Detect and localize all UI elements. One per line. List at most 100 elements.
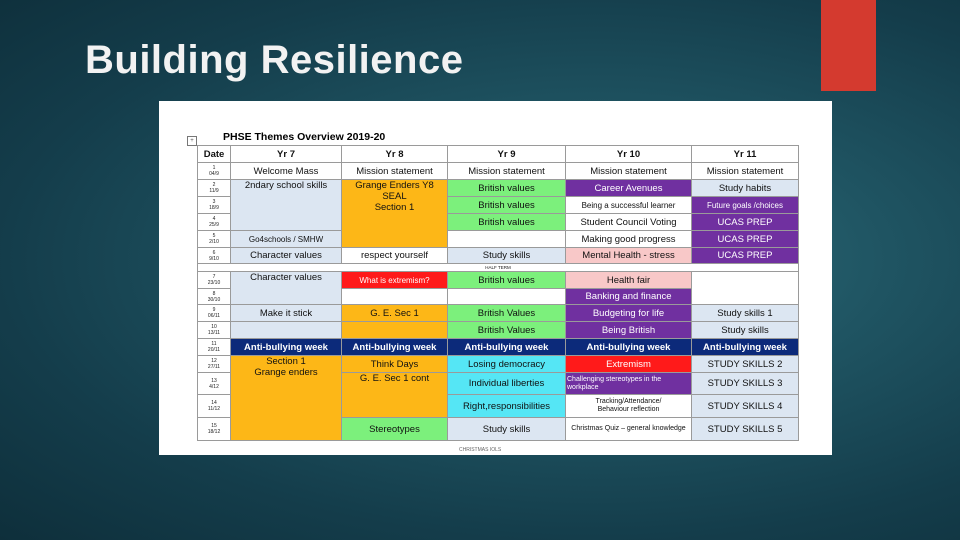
cell: Christmas Quiz – general knowledge (565, 417, 692, 441)
header-yr9: Yr 9 (447, 145, 566, 163)
cell: Career Avenues (565, 179, 692, 197)
date-cell: 4 25/9 (197, 213, 231, 231)
accent-bar (821, 0, 876, 91)
cell: UCAS PREP (691, 213, 799, 231)
christmas-label: CHRISTMAS IOLS (459, 447, 502, 453)
cell: Character values (230, 247, 342, 264)
table-row: 10 13/11 British Values Being British St… (197, 321, 799, 339)
cell: Study skills (447, 247, 566, 264)
cell: Anti-bullying week (341, 338, 448, 356)
cell: Mission statement (565, 162, 692, 180)
cell: G. E. Sec 1 (341, 304, 448, 322)
half-term-label: HALF TERM (197, 263, 799, 272)
cell: Character values (230, 271, 342, 305)
cell: Study skills (447, 417, 566, 441)
cell (341, 288, 448, 305)
slide-title: Building Resilience (85, 38, 464, 82)
cell (447, 288, 566, 305)
cell: Study habits (691, 179, 799, 197)
header-date: Date (197, 145, 231, 163)
cell: British values (447, 179, 566, 197)
half-term-row: HALF TERM (197, 263, 799, 272)
header-yr7: Yr 7 (230, 145, 342, 163)
cell: Section 1 Grange enders (230, 355, 342, 441)
table-row: 9 06/11 Make it stick G. E. Sec 1 Britis… (197, 304, 799, 322)
cell: STUDY SKILLS 5 (691, 417, 799, 441)
cell: Health fair (565, 271, 692, 289)
cell: Making good progress (565, 230, 692, 248)
cell: Being British (565, 321, 692, 339)
date-cell: 10 13/11 (197, 321, 231, 339)
cell: Mission statement (447, 162, 566, 180)
table-header-row: Date Yr 7 Yr 8 Yr 9 Yr 10 Yr 11 (197, 145, 799, 163)
cell: Anti-bullying week (230, 338, 342, 356)
cell: STUDY SKILLS 4 (691, 394, 799, 418)
cell: Mental Health - stress (565, 247, 692, 264)
cell (341, 321, 448, 339)
cell: UCAS PREP (691, 230, 799, 248)
cell: STUDY SKILLS 2 (691, 355, 799, 373)
cell: Make it stick (230, 304, 342, 322)
cell: STUDY SKILLS 3 (691, 372, 799, 395)
date-cell: 15 18/12 (197, 417, 231, 441)
cell: What is extremism? (341, 271, 448, 289)
document-top-bar (159, 101, 832, 117)
date-cell: 3 18/9 (197, 196, 231, 214)
cell: Anti-bullying week (691, 338, 799, 356)
cell: Being a successful learner (565, 196, 692, 214)
date-cell: 1 04/9 (197, 162, 231, 180)
date-cell: 11 20/11 (197, 338, 231, 356)
cell: Student Council Voting (565, 213, 692, 231)
cell: Study skills (691, 321, 799, 339)
cell: Anti-bullying week (565, 338, 692, 356)
cell (447, 230, 566, 248)
cell: Individual liberties (447, 372, 566, 395)
header-yr10: Yr 10 (565, 145, 692, 163)
cell: Welcome Mass (230, 162, 342, 180)
table-move-handle-icon[interactable]: + (187, 136, 197, 146)
document-image: + PHSE Themes Overview 2019-20 Date Yr 7… (159, 101, 832, 455)
cell: Challenging stereotypes in the workplace (565, 372, 692, 395)
date-cell: 2 11/9 (197, 179, 231, 197)
cell: Think Days (341, 355, 448, 373)
cell: British values (447, 196, 566, 214)
date-cell: 6 9/10 (197, 247, 231, 264)
themes-table: Date Yr 7 Yr 8 Yr 9 Yr 10 Yr 11 1 04/9 W… (197, 145, 799, 441)
cell: respect yourself (341, 247, 448, 264)
cell: 2ndary school skills (230, 179, 342, 231)
table-row: 11 20/11 Anti-bullying week Anti-bullyin… (197, 338, 799, 356)
cell: Mission statement (341, 162, 448, 180)
cell: Budgeting for life (565, 304, 692, 322)
table-row: 6 9/10 Character values respect yourself… (197, 247, 799, 264)
cell: Grange Enders Y8 SEAL Section 1 (341, 179, 448, 248)
table-row: 5 2/10 Go4schools / SMHW Making good pro… (197, 230, 799, 248)
cell: Losing democracy (447, 355, 566, 373)
date-cell: 14 11/12 (197, 394, 231, 418)
table-row: 12 27/11 Section 1 Grange enders Think D… (197, 355, 799, 441)
cell: British Values (447, 304, 566, 322)
cell: G. E. Sec 1 cont (341, 372, 448, 418)
table-row: 2 11/9 2ndary school skills Grange Ender… (197, 179, 799, 248)
date-cell: 8 30/10 (197, 288, 231, 305)
cell: Banking and finance (565, 288, 692, 305)
cell: Future goals /choices (691, 196, 799, 214)
cell (230, 321, 342, 339)
date-cell: 5 2/10 (197, 230, 231, 248)
cell: Study skills 1 (691, 304, 799, 322)
cell: Extremism (565, 355, 692, 373)
date-cell: 13 4/12 (197, 372, 231, 395)
date-cell: 7 23/10 (197, 271, 231, 289)
cell: British Values (447, 321, 566, 339)
cell: British values (447, 213, 566, 231)
cell: Tracking/Attendance/ Behaviour reflectio… (565, 394, 692, 418)
cell (691, 271, 799, 305)
cell: Stereotypes (341, 417, 448, 441)
cell: Go4schools / SMHW (230, 230, 342, 248)
header-yr8: Yr 8 (341, 145, 448, 163)
table-row: 7 23/10 Character values What is extremi… (197, 271, 799, 305)
cell: Anti-bullying week (447, 338, 566, 356)
cell: British values (447, 271, 566, 289)
header-yr11: Yr 11 (691, 145, 799, 163)
cell: UCAS PREP (691, 247, 799, 264)
table-row: 1 04/9 Welcome Mass Mission statement Mi… (197, 162, 799, 180)
